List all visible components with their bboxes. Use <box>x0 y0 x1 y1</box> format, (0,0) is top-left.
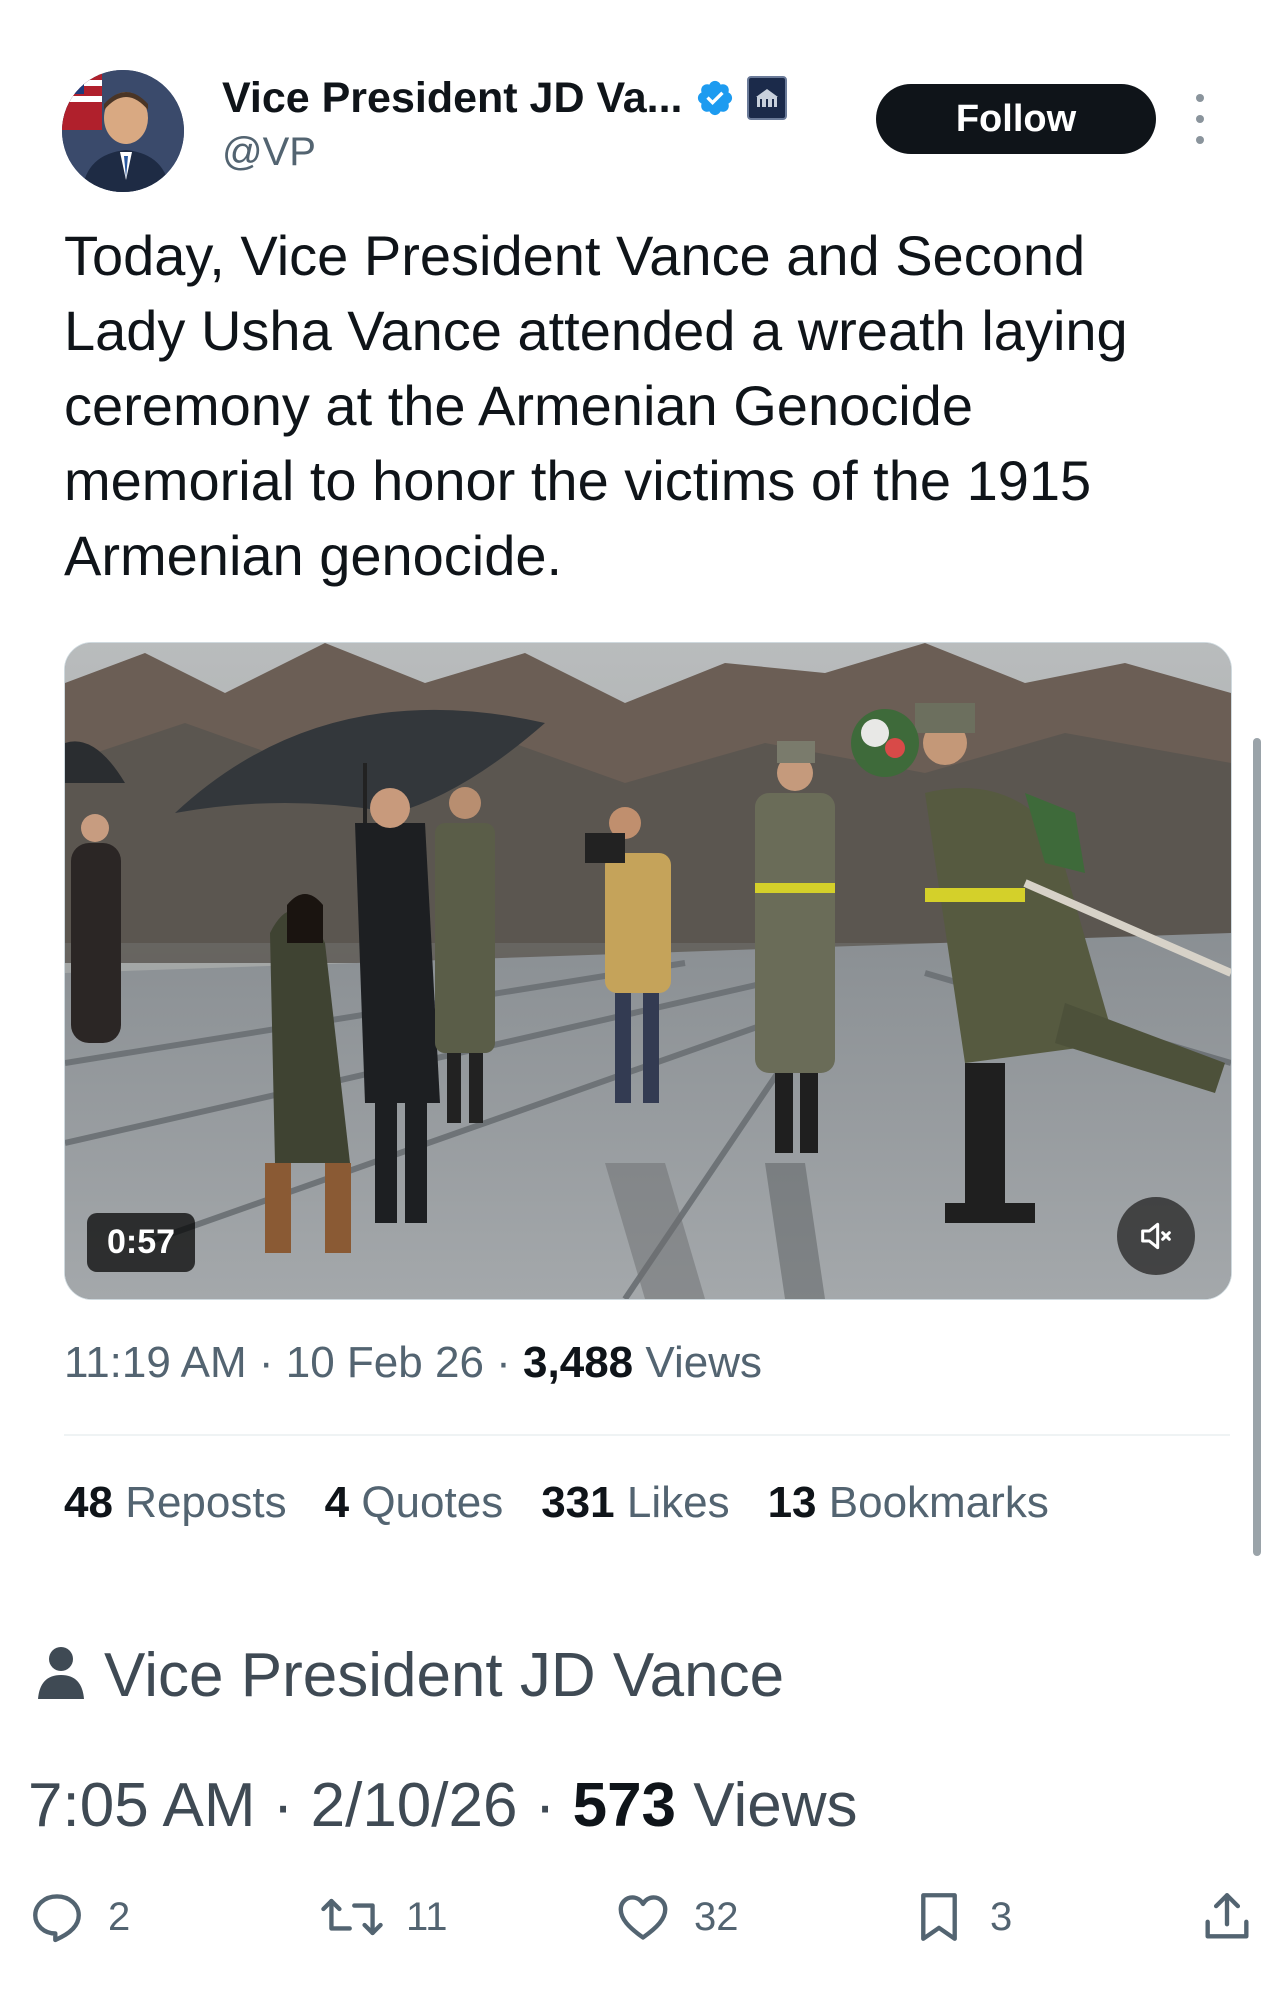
views-label: Views <box>645 1338 762 1387</box>
repost-views-count: 573 <box>572 1771 677 1840</box>
bookmark-count: 3 <box>990 1894 1013 1939</box>
tweet-meta: 11:19 AM · 10 Feb 26 · 3,488 Views <box>64 1338 762 1388</box>
repost-meta: 7:05 AM · 2/10/26 · 573 Views <box>28 1770 858 1841</box>
separator: · <box>272 1771 294 1840</box>
author-handle[interactable]: @VP <box>222 130 316 175</box>
author-display-name[interactable]: Vice President JD Va... <box>222 74 683 123</box>
stat-reposts[interactable]: 48 Reposts <box>64 1478 287 1528</box>
repost-button[interactable]: 11 <box>320 1888 448 1946</box>
heart-icon <box>618 1895 668 1940</box>
reply-count: 2 <box>108 1894 131 1939</box>
share-icon <box>1205 1893 1249 1939</box>
repost-author-row: Vice President JD Vance <box>36 1640 784 1711</box>
follow-button[interactable]: Follow <box>876 84 1156 154</box>
repost-views-label: Views <box>693 1771 858 1840</box>
muted-speaker-icon[interactable] <box>1117 1197 1195 1275</box>
like-button[interactable]: 32 <box>614 1888 739 1946</box>
action-bar: 2 11 32 3 <box>0 1888 1283 1978</box>
divider <box>64 1434 1230 1436</box>
separator: · <box>534 1771 556 1840</box>
bookmark-button[interactable]: 3 <box>910 1888 1012 1946</box>
reply-button[interactable]: 2 <box>28 1888 130 1946</box>
video-duration-badge: 0:57 <box>87 1213 196 1272</box>
tweet-text: Today, Vice President Vance and Second L… <box>64 224 1128 587</box>
scrollbar[interactable] <box>1253 738 1261 1556</box>
repost-count: 11 <box>406 1894 448 1939</box>
video-frame-image <box>65 643 1231 1299</box>
repost-icon <box>321 1898 383 1936</box>
like-count: 32 <box>694 1894 739 1939</box>
views-count: 3,488 <box>523 1338 634 1387</box>
reply-icon <box>33 1894 81 1943</box>
stat-likes[interactable]: 331 Likes <box>541 1478 729 1528</box>
engagement-stats: 48 Reposts 4 Quotes 331 Likes 13 Bookmar… <box>64 1478 1049 1528</box>
white-house-badge-icon <box>746 76 787 120</box>
repost-author-name[interactable]: Vice President JD Vance <box>104 1640 784 1711</box>
stat-bookmarks[interactable]: 13 Bookmarks <box>768 1478 1049 1528</box>
author-name-row: Vice President JD Va... <box>222 70 787 126</box>
separator: · <box>496 1338 511 1387</box>
author-avatar[interactable] <box>62 70 184 192</box>
repost-date: 2/10/26 <box>310 1771 518 1840</box>
repost-time: 7:05 AM <box>28 1771 256 1840</box>
stat-quotes[interactable]: 4 Quotes <box>325 1478 504 1528</box>
tweet-date[interactable]: 10 Feb 26 <box>286 1338 484 1387</box>
tweet-time[interactable]: 11:19 AM <box>64 1338 247 1387</box>
verified-badge-icon <box>695 78 735 118</box>
separator: · <box>258 1338 274 1387</box>
bookmark-icon <box>921 1893 957 1941</box>
video-player[interactable]: 0:57 <box>64 642 1232 1300</box>
more-options-icon[interactable] <box>1188 94 1212 144</box>
person-icon <box>36 1645 86 1706</box>
share-button[interactable] <box>1198 1888 1256 1946</box>
